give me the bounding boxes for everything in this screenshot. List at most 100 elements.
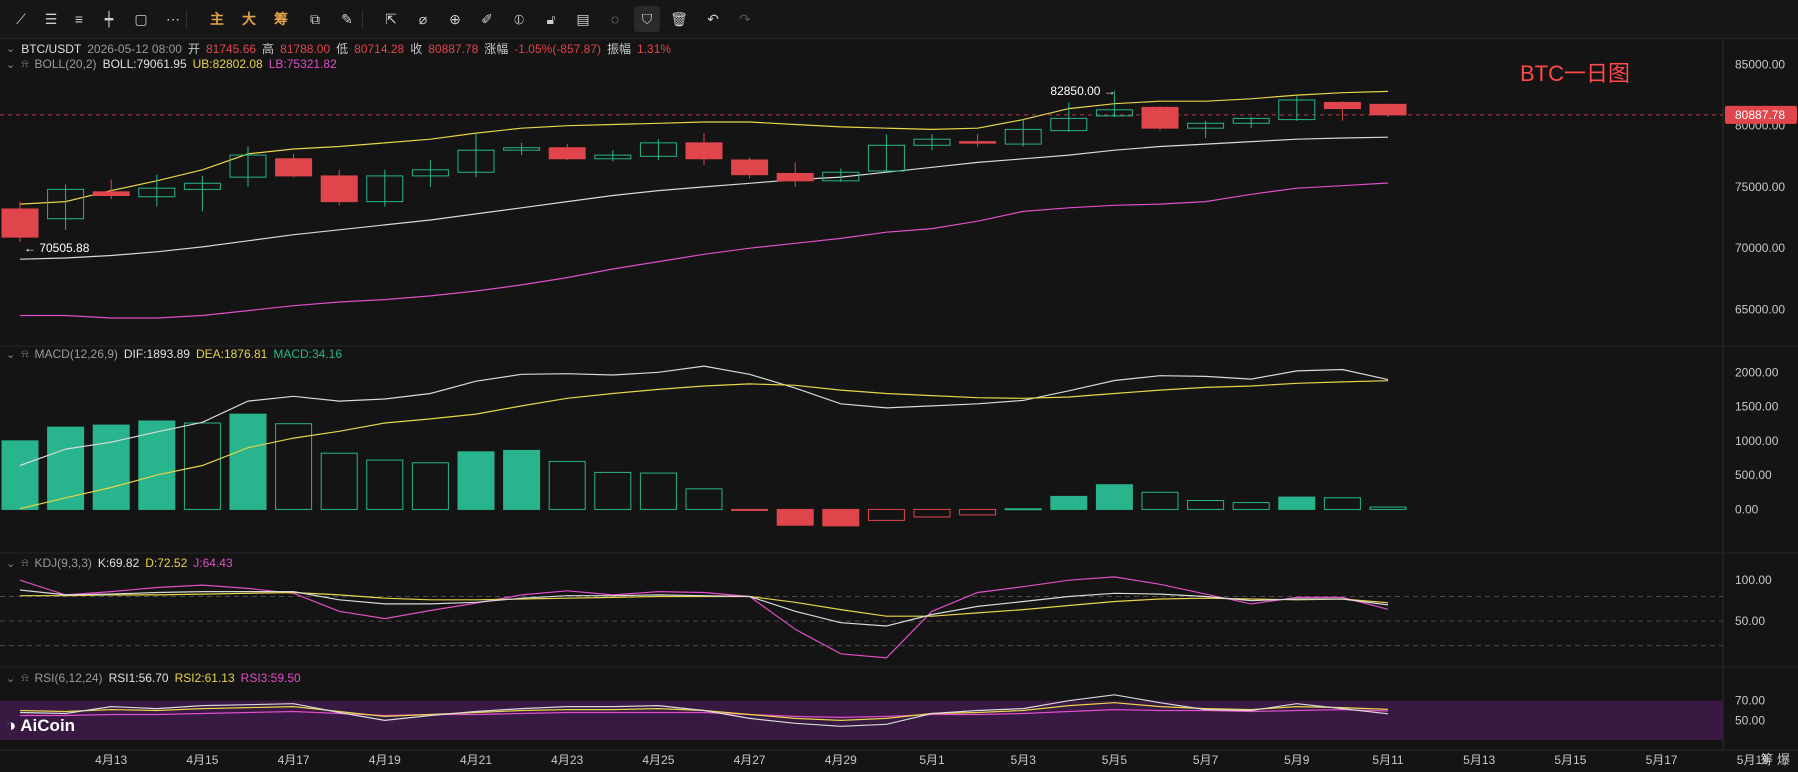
rsi-tick-label: 50.00 — [1735, 713, 1765, 727]
chart-title-label: BTC一日图 — [1520, 61, 1631, 86]
time-tick-label: 4月17 — [278, 753, 310, 767]
rsi-legend: ⌄ ⍾ RSI(6,12,24) RSI1:56.70 RSI2:61.13 R… — [6, 671, 301, 685]
boll-mid-value: BOLL:79061.95 — [102, 57, 187, 71]
time-tick-label: 5月5 — [1102, 753, 1128, 767]
logo-mark-icon: ◑ — [6, 716, 17, 735]
time-tick-label: 4月29 — [825, 753, 857, 767]
bell-icon[interactable]: ⍾ — [21, 348, 28, 361]
rsi3-value: RSI3:59.50 — [240, 671, 301, 685]
macd-histogram-bar — [183, 422, 221, 510]
time-tick-label: 4月25 — [642, 753, 674, 767]
macd-histogram-bar — [457, 451, 495, 510]
candle-body — [320, 175, 358, 203]
kdj-k-value: K:69.82 — [97, 556, 140, 570]
macd-histogram-bar — [92, 424, 130, 510]
collapse-chevron-icon[interactable]: ⌄ — [6, 58, 15, 71]
macd-histogram-bar — [1141, 491, 1179, 510]
corner-tools[interactable]: 筹 爆 — [1760, 749, 1790, 768]
candle-body — [1323, 101, 1361, 110]
macd-histogram-bar — [731, 508, 769, 511]
macd-histogram-bar — [639, 472, 677, 510]
low-price-annotation: ← 70505.88 — [24, 241, 90, 255]
close-value: 80887.78 — [428, 41, 479, 56]
rsi2-value: RSI2:61.13 — [174, 671, 235, 685]
rsi-band — [0, 700, 1723, 740]
time-tick-label: 4月13 — [95, 753, 127, 767]
rsi1-value: RSI1:56.70 — [108, 671, 169, 685]
kdj-name[interactable]: KDJ(9,3,3) — [35, 556, 92, 570]
time-tick-label: 5月15 — [1554, 753, 1586, 767]
collapse-chevron-icon[interactable]: ⌄ — [6, 42, 15, 55]
macd-histogram-bar — [1004, 508, 1042, 511]
boll-name[interactable]: BOLL(20,2) — [35, 57, 97, 71]
time-tick-label: 5月17 — [1646, 753, 1678, 767]
low-value: 80714.28 — [354, 41, 405, 56]
price-chart[interactable]: 85000.0080000.0075000.0070000.0065000.00… — [0, 0, 1798, 772]
change-value: -1.05%(-857.87) — [514, 41, 602, 56]
bell-icon[interactable]: ⍾ — [21, 672, 28, 685]
amplitude-label: 振幅 — [607, 42, 632, 56]
time-tick-label: 4月27 — [734, 753, 766, 767]
collapse-chevron-icon[interactable]: ⌄ — [6, 348, 15, 361]
macd-histogram-bar — [1050, 495, 1088, 510]
candle-body — [1369, 103, 1407, 116]
candle-body — [548, 147, 586, 160]
aicoin-logo: ◑ AiCoin — [6, 716, 75, 736]
macd-dea-line — [19, 380, 1389, 510]
last-price-label: 80887.78 — [1735, 108, 1785, 122]
candle-body — [731, 159, 769, 176]
macd-histogram-bar — [503, 449, 541, 510]
time-tick-label: 5月1 — [919, 753, 945, 767]
macd-histogram-bar — [1323, 497, 1361, 510]
rsi-name[interactable]: RSI(6,12,24) — [35, 671, 103, 685]
macd-histogram-bar — [366, 459, 404, 510]
candle-body — [959, 141, 997, 144]
time-tick-label: 4月21 — [460, 753, 492, 767]
high-price-annotation: 82850.00 → — [1050, 84, 1115, 98]
macd-name[interactable]: MACD(12,26,9) — [35, 347, 118, 361]
macd-histogram-bar — [229, 413, 267, 510]
macd-histogram-bar — [1369, 506, 1407, 510]
macd-dif-line — [19, 365, 1389, 467]
low-label: 低 — [336, 42, 349, 56]
time-tick-label: 5月11 — [1372, 753, 1403, 767]
time-tick-label: 4月15 — [186, 753, 218, 767]
macd-tick-label: 1000.00 — [1735, 434, 1779, 448]
candle-body — [275, 158, 313, 177]
kdj-tick-label: 50.00 — [1735, 614, 1765, 628]
kdj-legend: ⌄ ⍾ KDJ(9,3,3) K:69.82 D:72.52 J:64.43 — [6, 556, 233, 570]
macd-histogram-bar — [1232, 502, 1270, 510]
time-tick-label: 5月9 — [1284, 753, 1310, 767]
collapse-chevron-icon[interactable]: ⌄ — [6, 557, 15, 570]
change-label: 涨幅 — [484, 42, 509, 56]
macd-tick-label: 500.00 — [1735, 468, 1772, 482]
rsi-tick-label: 70.00 — [1735, 694, 1765, 708]
high-value: 81788.00 — [280, 41, 331, 56]
candle-body — [92, 191, 130, 197]
boll-lower-line — [20, 182, 1389, 319]
bell-icon[interactable]: ⍾ — [21, 557, 28, 570]
candle-body — [685, 142, 723, 160]
bell-icon[interactable]: ⍾ — [21, 58, 28, 71]
macd-histogram-bar — [913, 508, 951, 518]
macd-histogram-bar — [1, 440, 39, 510]
amplitude-value: 1.31% — [637, 41, 672, 56]
time-tick-label: 4月19 — [369, 753, 401, 767]
symbol-label[interactable]: BTC/USDT — [21, 42, 81, 56]
macd-dea-value: DEA:1876.81 — [195, 347, 268, 361]
macd-hist-value: MACD:34.16 — [273, 347, 343, 361]
macd-legend: ⌄ ⍾ MACD(12,26,9) DIF:1893.89 DEA:1876.8… — [6, 347, 342, 361]
price-tick-label: 70000.00 — [1735, 241, 1785, 255]
macd-histogram-bar — [1278, 496, 1316, 510]
time-tick-label: 5月7 — [1193, 753, 1219, 767]
kdj-d-value: D:72.52 — [145, 556, 188, 570]
macd-histogram-bar — [1187, 500, 1225, 510]
close-label: 收 — [410, 42, 423, 56]
kdj-j-value: J:64.43 — [193, 556, 233, 570]
collapse-chevron-icon[interactable]: ⌄ — [6, 672, 15, 685]
kdj-tick-label: 100.00 — [1735, 573, 1772, 587]
candle-body — [776, 172, 814, 182]
macd-histogram-bar — [1095, 484, 1133, 510]
macd-tick-label: 0.00 — [1735, 502, 1759, 516]
macd-histogram-bar — [685, 488, 723, 510]
